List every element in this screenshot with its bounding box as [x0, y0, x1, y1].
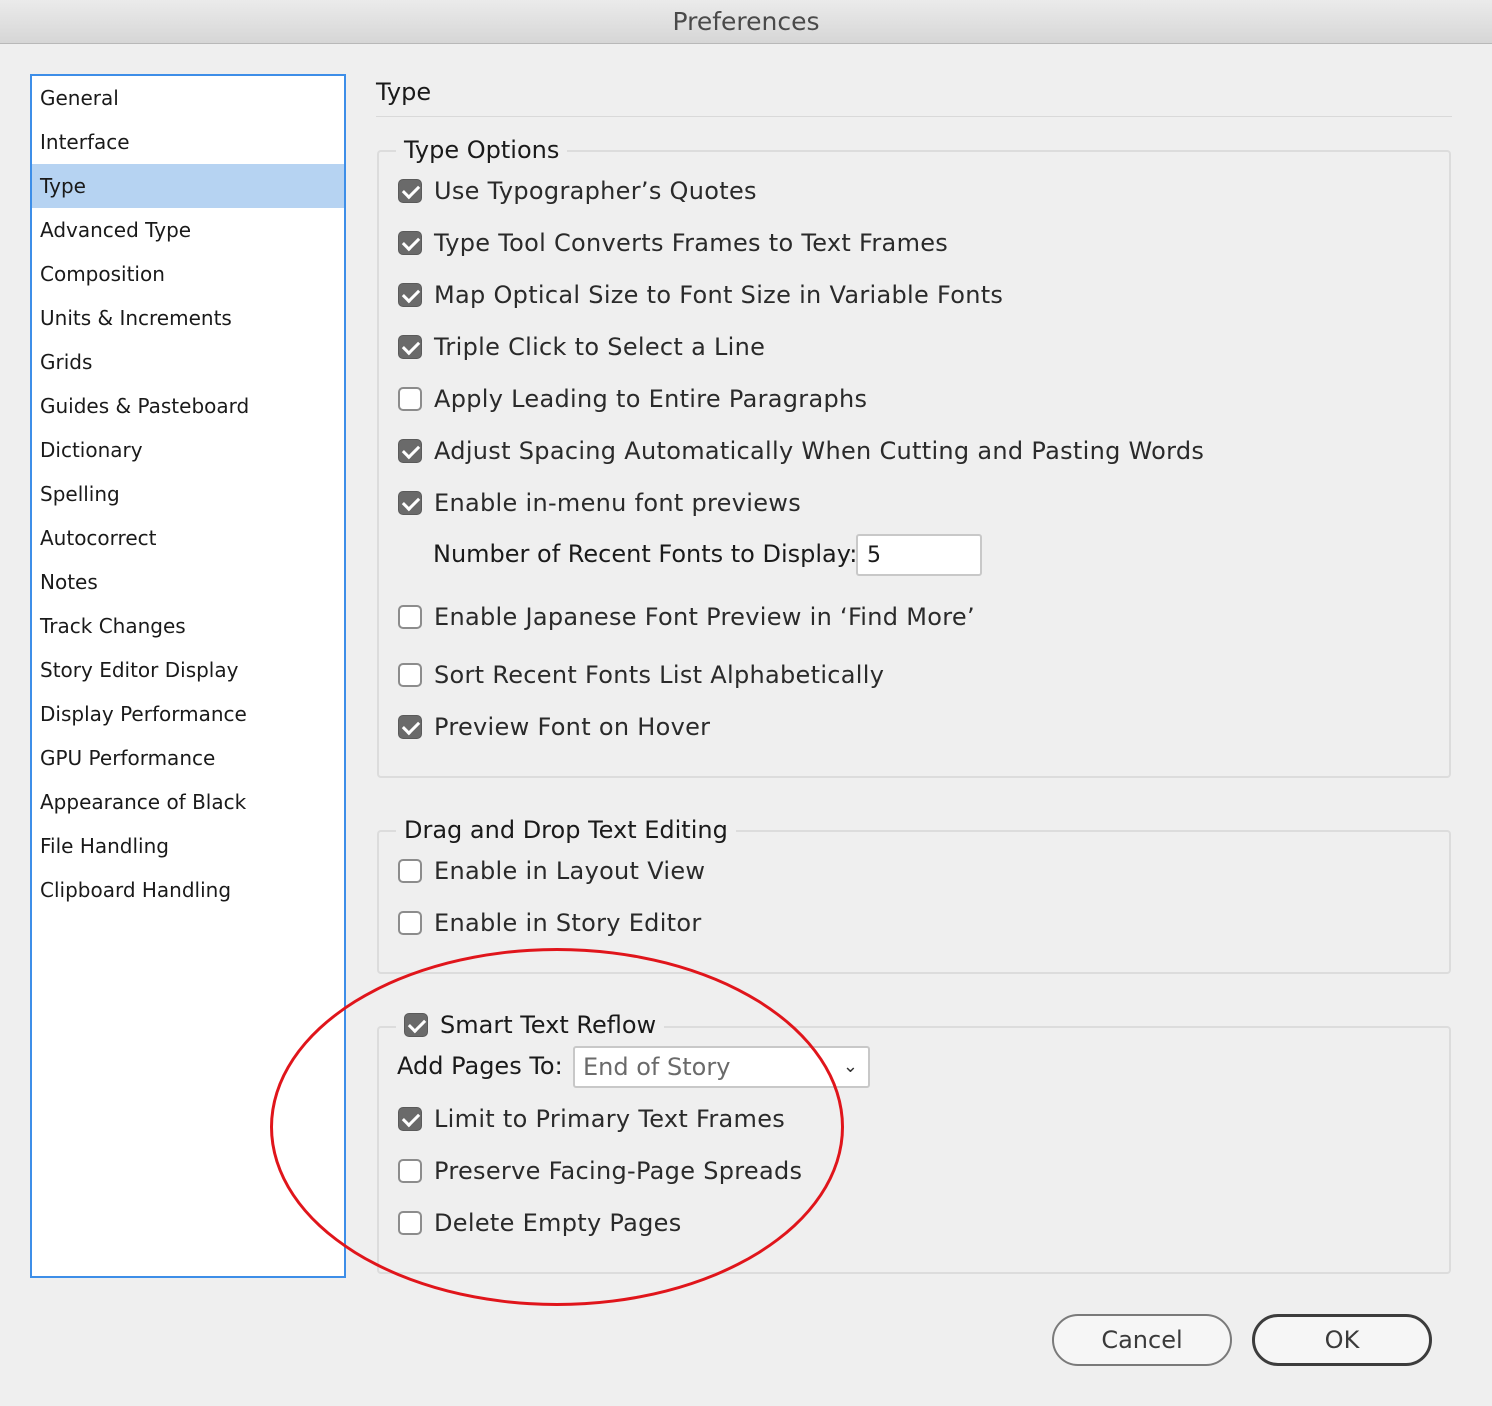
checkbox-icon[interactable]: [398, 179, 422, 203]
option-label: Apply Leading to Entire Paragraphs: [434, 385, 868, 413]
option-label: Triple Click to Select a Line: [434, 333, 766, 361]
option-apply-leading[interactable]: Apply Leading to Entire Paragraphs: [398, 384, 867, 414]
smart-reflow-label: Smart Text Reflow: [440, 1011, 657, 1039]
sidebar-item-appearance-of-black[interactable]: Appearance of Black: [32, 780, 344, 824]
preferences-window: Preferences General Interface Type Advan…: [0, 0, 1492, 1406]
option-label: Adjust Spacing Automatically When Cuttin…: [434, 437, 1205, 465]
sidebar-item-interface[interactable]: Interface: [32, 120, 344, 164]
sidebar-item-units-increments[interactable]: Units & Increments: [32, 296, 344, 340]
add-pages-value: End of Story: [583, 1053, 731, 1081]
option-map-optical-size[interactable]: Map Optical Size to Font Size in Variabl…: [398, 280, 1003, 310]
checkbox-icon[interactable]: [398, 859, 422, 883]
option-limit-primary-frames[interactable]: Limit to Primary Text Frames: [398, 1104, 785, 1134]
option-label: Enable in Story Editor: [434, 909, 702, 937]
chevron-down-icon: ⌄: [842, 1056, 858, 1077]
recent-fonts-input[interactable]: [856, 534, 982, 576]
drag-drop-group: [377, 830, 1451, 974]
drag-drop-legend: Drag and Drop Text Editing: [396, 814, 736, 846]
checkbox-icon[interactable]: [398, 491, 422, 515]
sidebar-item-autocorrect[interactable]: Autocorrect: [32, 516, 344, 560]
checkbox-icon[interactable]: [398, 1107, 422, 1131]
checkbox-icon[interactable]: [398, 715, 422, 739]
sidebar-item-clipboard-handling[interactable]: Clipboard Handling: [32, 868, 344, 912]
checkbox-icon[interactable]: [398, 439, 422, 463]
type-options-legend: Type Options: [396, 134, 568, 166]
option-typographers-quotes[interactable]: Use Typographer’s Quotes: [398, 176, 757, 206]
sidebar-item-grids[interactable]: Grids: [32, 340, 344, 384]
option-adjust-spacing[interactable]: Adjust Spacing Automatically When Cuttin…: [398, 436, 1204, 466]
sidebar-item-guides-pasteboard[interactable]: Guides & Pasteboard: [32, 384, 344, 428]
option-triple-click[interactable]: Triple Click to Select a Line: [398, 332, 765, 362]
option-label: Sort Recent Fonts List Alphabetically: [434, 661, 885, 689]
option-japanese-preview[interactable]: Enable Japanese Font Preview in ‘Find Mo…: [398, 602, 975, 632]
checkbox-icon[interactable]: [398, 387, 422, 411]
add-pages-label: Add Pages To:: [397, 1052, 563, 1080]
sidebar-item-type[interactable]: Type: [32, 164, 344, 208]
checkbox-icon[interactable]: [398, 335, 422, 359]
sidebar-item-display-performance[interactable]: Display Performance: [32, 692, 344, 736]
option-label: Preview Font on Hover: [434, 713, 711, 741]
page-title: Type: [376, 78, 432, 106]
checkbox-icon[interactable]: [398, 1211, 422, 1235]
option-label: Preserve Facing-Page Spreads: [434, 1157, 803, 1185]
sidebar-item-notes[interactable]: Notes: [32, 560, 344, 604]
sidebar-item-track-changes[interactable]: Track Changes: [32, 604, 344, 648]
sidebar-item-gpu-performance[interactable]: GPU Performance: [32, 736, 344, 780]
preferences-sidebar: General Interface Type Advanced Type Com…: [30, 74, 346, 1278]
option-enable-layout-view[interactable]: Enable in Layout View: [398, 856, 705, 886]
sidebar-item-general[interactable]: General: [32, 76, 344, 120]
checkbox-icon[interactable]: [404, 1013, 428, 1037]
checkbox-icon[interactable]: [398, 1159, 422, 1183]
option-enable-story-editor[interactable]: Enable in Story Editor: [398, 908, 702, 938]
window-title: Preferences: [0, 0, 1492, 44]
add-pages-select[interactable]: End of Story ⌄: [573, 1046, 870, 1088]
sidebar-item-composition[interactable]: Composition: [32, 252, 344, 296]
option-label: Delete Empty Pages: [434, 1209, 682, 1237]
option-label: Enable in Layout View: [434, 857, 706, 885]
option-preserve-spreads[interactable]: Preserve Facing-Page Spreads: [398, 1156, 802, 1186]
checkbox-icon[interactable]: [398, 605, 422, 629]
option-in-menu-previews[interactable]: Enable in-menu font previews: [398, 488, 801, 518]
option-label: Enable in-menu font previews: [434, 489, 802, 517]
option-sort-recent-fonts[interactable]: Sort Recent Fonts List Alphabetically: [398, 660, 884, 690]
option-type-tool-converts[interactable]: Type Tool Converts Frames to Text Frames: [398, 228, 948, 258]
option-preview-on-hover[interactable]: Preview Font on Hover: [398, 712, 710, 742]
recent-fonts-label: Number of Recent Fonts to Display:: [433, 540, 858, 568]
checkbox-icon[interactable]: [398, 663, 422, 687]
sidebar-item-story-editor-display[interactable]: Story Editor Display: [32, 648, 344, 692]
cancel-button[interactable]: Cancel: [1052, 1314, 1232, 1366]
smart-reflow-legend[interactable]: Smart Text Reflow: [396, 1009, 665, 1041]
checkbox-icon[interactable]: [398, 283, 422, 307]
sidebar-item-dictionary[interactable]: Dictionary: [32, 428, 344, 472]
option-label: Map Optical Size to Font Size in Variabl…: [434, 281, 1004, 309]
sidebar-item-file-handling[interactable]: File Handling: [32, 824, 344, 868]
checkbox-icon[interactable]: [398, 231, 422, 255]
ok-button[interactable]: OK: [1252, 1314, 1432, 1366]
title-divider: [376, 116, 1452, 117]
option-label: Type Tool Converts Frames to Text Frames: [434, 229, 949, 257]
sidebar-item-advanced-type[interactable]: Advanced Type: [32, 208, 344, 252]
sidebar-item-spelling[interactable]: Spelling: [32, 472, 344, 516]
checkbox-icon[interactable]: [398, 911, 422, 935]
option-delete-empty-pages[interactable]: Delete Empty Pages: [398, 1208, 682, 1238]
option-label: Use Typographer’s Quotes: [434, 177, 757, 205]
option-label: Limit to Primary Text Frames: [434, 1105, 786, 1133]
option-label: Enable Japanese Font Preview in ‘Find Mo…: [434, 603, 975, 631]
